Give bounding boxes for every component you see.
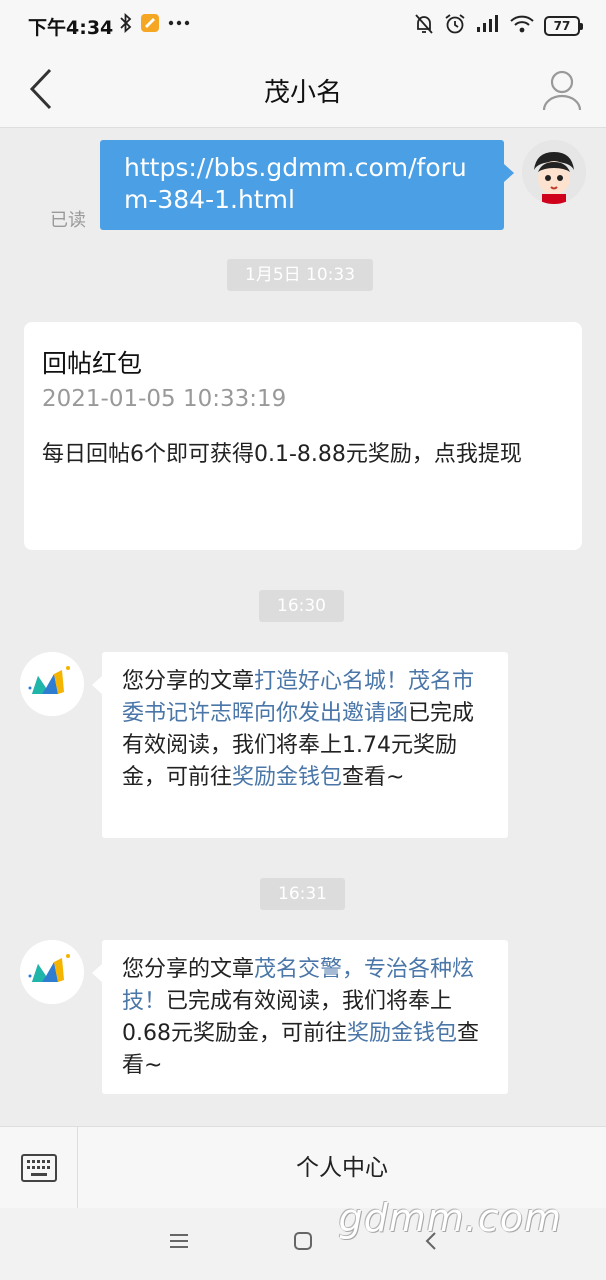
signal-icon — [476, 15, 500, 37]
red-packet-card[interactable]: 回帖红包 2021-01-05 10:33:19 每日回帖6个即可获得0.1-8… — [24, 322, 582, 550]
bluetooth-icon — [120, 12, 132, 37]
keyboard-icon — [21, 1154, 57, 1182]
home-icon — [294, 1232, 312, 1250]
wifi-icon — [510, 15, 534, 37]
back-icon — [425, 1232, 436, 1250]
battery-icon: 77 — [544, 16, 583, 36]
more-icon — [168, 13, 190, 37]
back-nav-button[interactable] — [420, 1230, 442, 1256]
status-time: 下午4:34 — [28, 17, 114, 39]
outgoing-message[interactable]: https://bbs.gdmm.com/forum-384-1.html — [100, 140, 514, 230]
wallet-link[interactable]: 奖励金钱包 — [347, 1021, 457, 1046]
nav-bar: 茂小名 — [0, 50, 606, 128]
person-icon — [542, 70, 582, 111]
user-avatar[interactable] — [522, 140, 586, 204]
incoming-message[interactable]: 您分享的文章打造好心名城！茂名市委书记许志晖向你发出邀请函已完成有效阅读，我们将… — [92, 652, 508, 838]
card-body: 每日回帖6个即可获得0.1-8.88元奖励，点我提现 — [42, 442, 522, 467]
card-date: 2021-01-05 10:33:19 — [42, 386, 287, 412]
logo-icon — [20, 940, 84, 1004]
keyboard-button[interactable] — [0, 1127, 78, 1209]
alarm-icon — [444, 13, 466, 39]
bot-avatar[interactable] — [20, 652, 84, 716]
menu-button[interactable] — [168, 1230, 190, 1256]
system-nav-bar: gdmm.com — [0, 1196, 606, 1280]
card-title: 回帖红包 — [42, 349, 143, 378]
chat-area[interactable]: 已读 https://bbs.gdmm.com/forum-384-1.html… — [0, 128, 606, 1126]
timestamp: 16:30 — [259, 590, 344, 622]
timestamp: 1月5日 10:33 — [227, 259, 374, 291]
notes-icon — [140, 13, 160, 37]
mute-icon — [414, 13, 434, 39]
chat-title: 茂小名 — [263, 78, 342, 108]
bot-avatar[interactable] — [20, 940, 84, 1004]
timestamp: 16:31 — [260, 878, 345, 910]
watermark: gdmm.com — [338, 1196, 562, 1240]
logo-icon — [20, 652, 84, 716]
profile-button[interactable] — [538, 66, 586, 114]
read-status: 已读 — [50, 210, 86, 231]
home-button[interactable] — [292, 1230, 314, 1256]
wallet-link[interactable]: 奖励金钱包 — [232, 765, 342, 790]
menu-icon — [170, 1234, 188, 1248]
status-bar: 下午4:34 77 — [0, 0, 606, 50]
incoming-message[interactable]: 您分享的文章茂名交警，专治各种炫技！已完成有效阅读，我们将奉上0.68元奖励金，… — [92, 940, 508, 1094]
